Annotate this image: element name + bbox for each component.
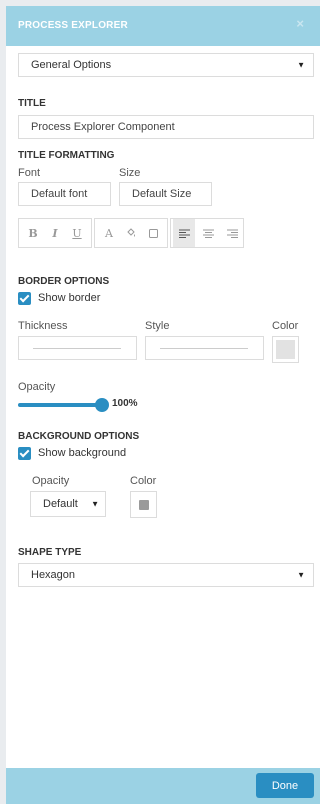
style-line-sample xyxy=(160,348,248,349)
border-options-label: BORDER OPTIONS xyxy=(18,276,110,287)
shape-type-value: Hexagon xyxy=(31,569,76,581)
alignment-group xyxy=(170,218,244,248)
font-select[interactable]: Default font xyxy=(18,182,111,206)
thickness-select[interactable] xyxy=(18,336,137,360)
align-left-icon[interactable] xyxy=(173,219,195,247)
font-select-value: Default font xyxy=(31,188,88,200)
chevron-down-icon: ▼ xyxy=(297,570,305,580)
background-color-picker[interactable] xyxy=(130,491,157,518)
font-label: Font xyxy=(18,167,41,179)
background-opacity-select[interactable]: Default ▼ xyxy=(30,491,106,517)
process-explorer-panel: PROCESS EXPLORER × General Options ▼ TIT… xyxy=(6,6,320,804)
chevron-down-icon: ▼ xyxy=(91,499,99,509)
thickness-line-sample xyxy=(33,348,121,349)
chevron-down-icon: ▼ xyxy=(297,60,305,70)
title-input-value: Process Explorer Component xyxy=(31,121,175,133)
border-color-picker[interactable] xyxy=(272,336,299,363)
done-button[interactable]: Done xyxy=(256,773,314,798)
background-options-label: BACKGROUND OPTIONS xyxy=(18,431,140,442)
style-label: Style xyxy=(145,320,170,332)
size-select[interactable]: Default Size xyxy=(119,182,212,206)
underline-button[interactable]: U xyxy=(67,219,87,247)
background-color-swatch xyxy=(139,500,149,510)
show-background-checkbox[interactable] xyxy=(18,447,31,460)
italic-button[interactable]: I xyxy=(45,219,65,247)
size-label: Size xyxy=(119,167,141,179)
border-color-label: Color xyxy=(272,320,299,332)
border-color-swatch xyxy=(276,340,295,359)
title-formatting-label: TITLE FORMATTING xyxy=(18,150,115,161)
show-background-label: Show background xyxy=(38,447,127,459)
shape-type-label: SHAPE TYPE xyxy=(18,547,82,558)
options-select-value: General Options xyxy=(31,59,112,71)
text-style-group: B I U xyxy=(18,218,92,248)
panel-title: PROCESS EXPLORER xyxy=(18,20,128,31)
color-group: A xyxy=(94,218,168,248)
align-right-icon[interactable] xyxy=(221,219,243,247)
border-opacity-slider-handle[interactable] xyxy=(95,398,109,412)
options-select[interactable]: General Options ▼ xyxy=(18,53,314,77)
panel-header: PROCESS EXPLORER × xyxy=(6,6,320,46)
align-center-icon[interactable] xyxy=(197,219,219,247)
background-opacity-label: Opacity xyxy=(32,475,70,487)
style-select[interactable] xyxy=(145,336,264,360)
shape-type-select[interactable]: Hexagon ▼ xyxy=(18,563,314,587)
size-select-value: Default Size xyxy=(132,188,192,200)
border-opacity-value: 100% xyxy=(112,398,138,409)
background-opacity-value: Default xyxy=(43,498,78,510)
font-color-button[interactable]: A xyxy=(99,219,119,247)
border-opacity-label: Opacity xyxy=(18,381,56,393)
thickness-label: Thickness xyxy=(18,320,68,332)
border-opacity-slider-track[interactable] xyxy=(18,403,102,407)
bold-button[interactable]: B xyxy=(23,219,43,247)
paint-bucket-icon[interactable] xyxy=(121,219,141,247)
panel-footer: Done xyxy=(6,768,320,804)
show-border-checkbox[interactable] xyxy=(18,292,31,305)
square-outline-icon[interactable] xyxy=(143,219,163,247)
title-label: TITLE xyxy=(18,98,46,109)
background-color-label: Color xyxy=(130,475,157,487)
show-border-label: Show border xyxy=(38,292,101,304)
close-icon[interactable]: × xyxy=(296,16,304,31)
title-input[interactable]: Process Explorer Component xyxy=(18,115,314,139)
